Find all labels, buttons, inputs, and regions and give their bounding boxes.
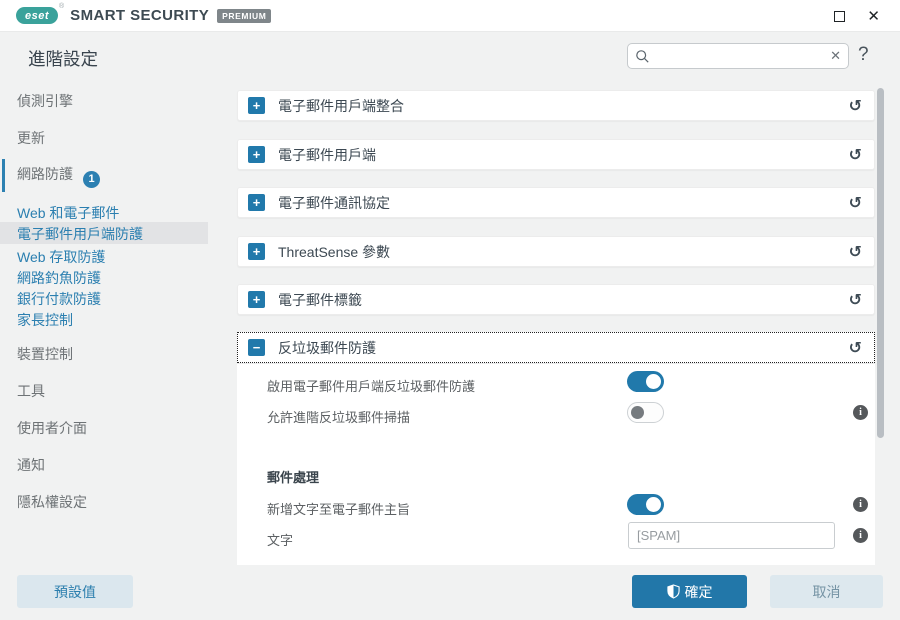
scrollbar-track[interactable]: [877, 85, 884, 565]
collapse-minus-icon[interactable]: −: [248, 339, 265, 356]
advanced-antispam-scan-toggle[interactable]: [627, 402, 664, 423]
info-icon[interactable]: i: [853, 405, 868, 420]
maximize-icon[interactable]: [834, 10, 846, 22]
sidebar-item-antiphishing[interactable]: 網路釣魚防護: [17, 268, 101, 288]
sidebar-item-device-control[interactable]: 裝置控制: [17, 344, 73, 364]
section-email-client[interactable]: + 電子郵件用戶端 ↺: [237, 139, 875, 170]
sidebar-item-parental-control[interactable]: 家長控制: [17, 310, 73, 330]
window-controls: ✕: [834, 0, 880, 32]
setting-label: 文字: [267, 533, 294, 548]
clear-search-icon[interactable]: ✕: [826, 48, 841, 64]
section-title: 電子郵件通訊協定: [278, 194, 390, 211]
revert-icon[interactable]: ↺: [849, 96, 862, 116]
revert-icon[interactable]: ↺: [849, 145, 862, 165]
default-button[interactable]: 預設值: [17, 575, 133, 608]
help-icon[interactable]: ?: [858, 44, 869, 66]
search-box[interactable]: ✕: [627, 43, 849, 69]
expand-plus-icon[interactable]: +: [248, 243, 265, 260]
premium-badge: PREMIUM: [217, 8, 272, 23]
section-email-client-integration[interactable]: + 電子郵件用戶端整合 ↺: [237, 90, 875, 121]
revert-icon[interactable]: ↺: [849, 242, 862, 262]
sidebar-item-update[interactable]: 更新: [17, 128, 45, 148]
sidebar: 偵測引擎 更新 網路防護 1 Web 和電子郵件 電子郵件用戶端防護 Web 存取…: [0, 80, 230, 560]
section-title: 反垃圾郵件防護: [278, 339, 376, 356]
info-icon[interactable]: i: [853, 497, 868, 512]
section-email-protocols[interactable]: + 電子郵件通訊協定 ↺: [237, 187, 875, 218]
section-antispam-protection[interactable]: − 反垃圾郵件防護 ↺: [237, 332, 875, 363]
sidebar-item-network-protection[interactable]: 網路防護 1: [17, 164, 100, 188]
setting-label: 允許進階反垃圾郵件掃描: [267, 410, 411, 425]
setting-label: 新增文字至電子郵件主旨: [267, 502, 411, 517]
antispam-settings-panel: 啟用電子郵件用戶端反垃圾郵件防護 允許進階反垃圾郵件掃描 i 郵件處理 新增文字…: [237, 364, 875, 565]
sidebar-item-notifications[interactable]: 通知: [17, 455, 45, 475]
expand-plus-icon[interactable]: +: [248, 194, 265, 211]
ok-button-label: 確定: [684, 583, 713, 600]
eset-logo: eset: [16, 7, 58, 24]
sidebar-item-privacy-settings[interactable]: 隱私權設定: [17, 492, 87, 512]
sidebar-item-banking-protection[interactable]: 銀行付款防護: [17, 289, 101, 309]
section-title: ThreatSense 參數: [278, 243, 391, 260]
expand-plus-icon[interactable]: +: [248, 97, 265, 114]
expand-plus-icon[interactable]: +: [248, 291, 265, 308]
search-input[interactable]: [655, 48, 827, 64]
shield-icon: [666, 584, 680, 599]
section-title: 電子郵件標籤: [278, 291, 362, 308]
sidebar-item-user-interface[interactable]: 使用者介面: [17, 418, 87, 438]
brand-name: SMART SECURITY: [70, 7, 210, 24]
registered-mark: ®: [59, 3, 65, 10]
section-title: 電子郵件用戶端: [278, 146, 376, 163]
spam-tag-text-input[interactable]: [628, 522, 835, 549]
sidebar-item-label: 網路防護: [17, 166, 73, 182]
page-title: 進階設定: [28, 49, 98, 69]
section-title: 電子郵件用戶端整合: [278, 97, 404, 114]
sidebar-item-web-access-protection[interactable]: Web 存取防護: [17, 247, 105, 267]
add-text-to-subject-toggle[interactable]: [627, 494, 664, 515]
close-icon[interactable]: ✕: [867, 9, 880, 24]
section-email-tags[interactable]: + 電子郵件標籤 ↺: [237, 284, 875, 315]
search-icon: [636, 49, 649, 63]
cancel-button[interactable]: 取消: [770, 575, 883, 608]
sidebar-item-web-and-email[interactable]: Web 和電子郵件: [17, 203, 119, 223]
expand-plus-icon[interactable]: +: [248, 146, 265, 163]
eset-advanced-setup-window: eset ® SMART SECURITY PREMIUM ✕ 進階設定 ✕ ?…: [0, 0, 900, 620]
info-icon[interactable]: i: [853, 528, 868, 543]
sidebar-item-tools[interactable]: 工具: [17, 381, 45, 401]
revert-icon[interactable]: ↺: [849, 338, 862, 358]
revert-icon[interactable]: ↺: [849, 290, 862, 310]
setting-label: 啟用電子郵件用戶端反垃圾郵件防護: [267, 379, 476, 394]
section-threatsense-parameters[interactable]: + ThreatSense 參數 ↺: [237, 236, 875, 267]
scrollbar-thumb[interactable]: [877, 88, 884, 438]
titlebar: eset ® SMART SECURITY PREMIUM ✕: [0, 0, 900, 32]
notification-count-badge: 1: [83, 170, 100, 188]
sidebar-item-detection-engine[interactable]: 偵測引擎: [17, 91, 73, 111]
enable-antispam-toggle[interactable]: [627, 371, 664, 392]
sidebar-item-email-client-protection[interactable]: 電子郵件用戶端防護: [17, 224, 143, 244]
message-handling-heading: 郵件處理: [267, 470, 320, 485]
revert-icon[interactable]: ↺: [849, 193, 862, 213]
ok-button[interactable]: 確定: [632, 575, 747, 608]
